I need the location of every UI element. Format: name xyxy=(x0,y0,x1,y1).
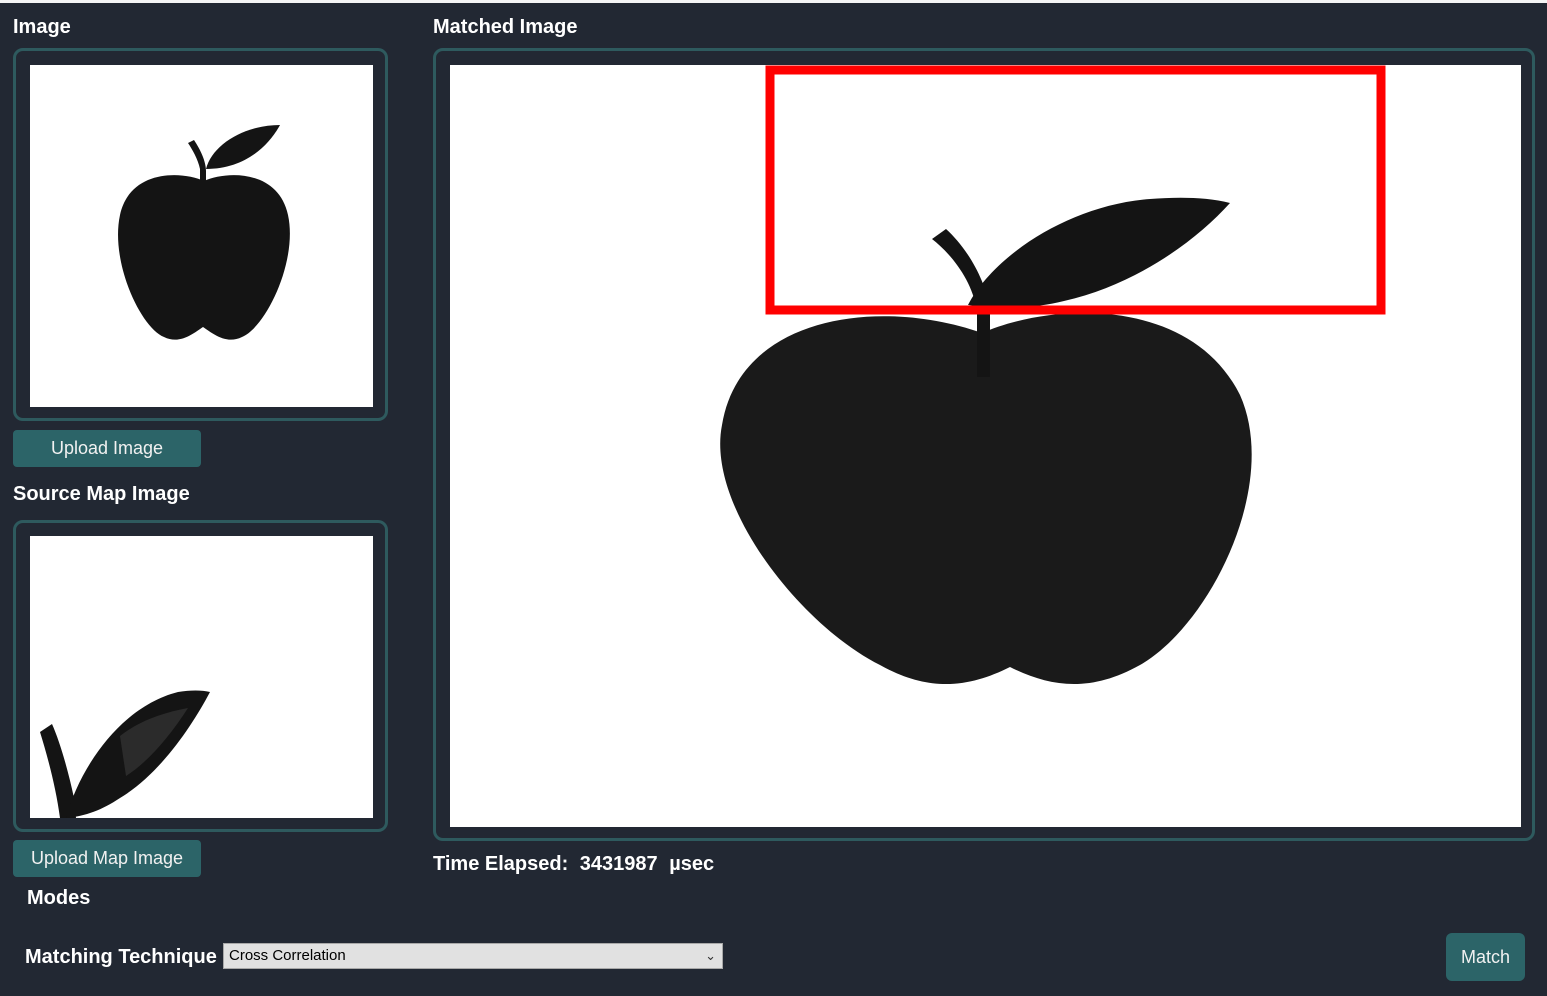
window-top-edge xyxy=(0,0,1547,3)
chevron-down-icon: ⌄ xyxy=(705,948,716,963)
matched-image xyxy=(450,65,1521,827)
time-elapsed-unit: µsec xyxy=(669,853,715,875)
upload-image-button[interactable]: Upload Image xyxy=(13,430,201,467)
matching-technique-select[interactable]: Cross Correlation ⌄ xyxy=(223,943,723,969)
matching-technique-selected: Cross Correlation xyxy=(229,947,346,964)
matched-panel xyxy=(433,48,1535,841)
matching-technique-label: Matching Technique xyxy=(25,946,217,968)
time-elapsed-label: Time Elapsed: xyxy=(433,853,569,875)
matched-image-label: Matched Image xyxy=(433,16,578,38)
time-elapsed-value: 3431987 xyxy=(579,853,658,875)
image-panel xyxy=(13,48,388,421)
image-label: Image xyxy=(13,16,71,38)
upload-map-image-button[interactable]: Upload Map Image xyxy=(13,840,201,877)
time-elapsed: Time Elapsed: 3431987 µsec xyxy=(433,853,720,876)
match-button[interactable]: Match xyxy=(1446,933,1525,981)
map-panel xyxy=(13,520,388,832)
source-map-image xyxy=(30,536,373,818)
template-image xyxy=(30,65,373,407)
modes-label: Modes xyxy=(27,887,91,909)
source-map-label: Source Map Image xyxy=(13,483,190,505)
